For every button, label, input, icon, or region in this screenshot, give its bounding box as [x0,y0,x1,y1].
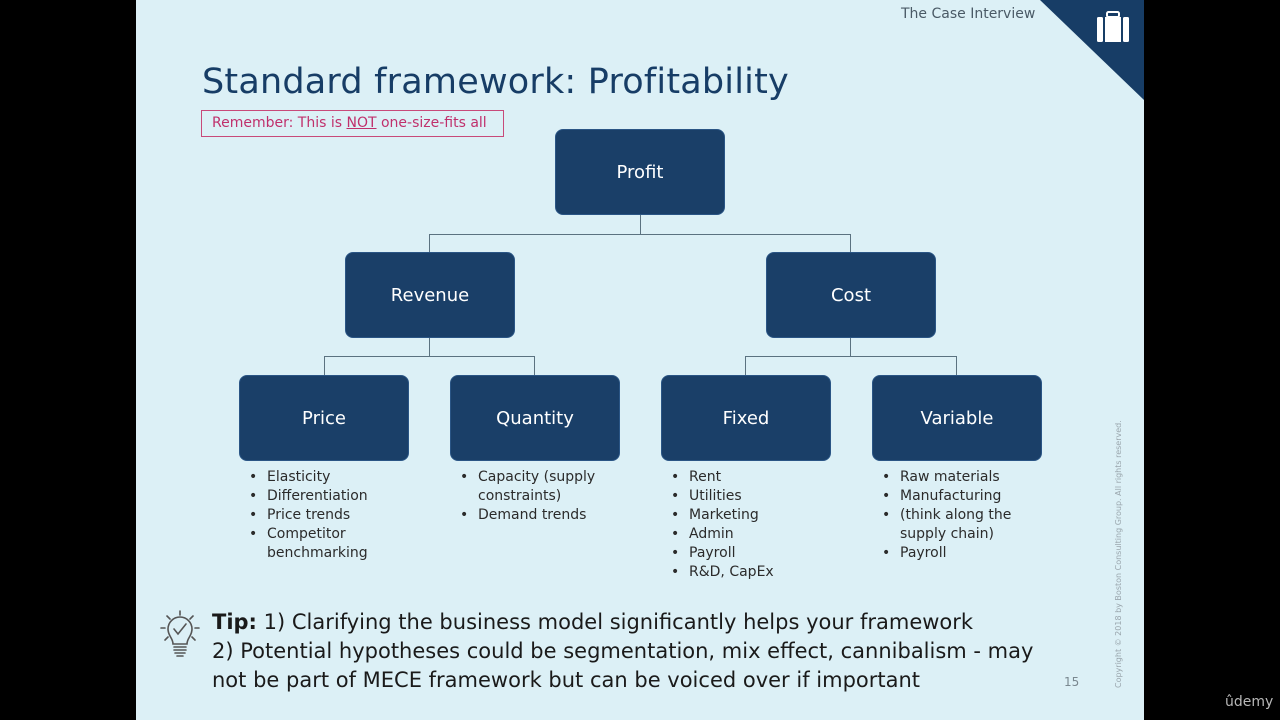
list-item: Marketing [671,506,839,525]
list-item: Admin [671,525,839,544]
reminder-emphasis: NOT [346,115,377,131]
connector [429,234,430,252]
quantity-bullets: Capacity (supply constraints) Demand tre… [450,468,628,525]
slide: The Case Interview Standard framework: P… [136,0,1144,720]
list-item: Manufacturing [882,487,1050,506]
list-item: Elasticity [249,468,417,487]
connector [324,356,535,357]
connector [640,215,641,235]
node-price: Price [239,375,409,461]
reminder-suffix: one-size-fits all [376,115,487,131]
connector [429,234,851,235]
price-bullets: Elasticity Differentiation Price trends … [239,468,417,563]
page-number: 15 [1064,675,1080,689]
list-item: (think along the supply chain) [882,506,1025,544]
node-fixed: Fixed [661,375,831,461]
node-variable: Variable [872,375,1042,461]
list-item: Price trends [249,506,417,525]
reminder-note: Remember: This is NOT one-size-fits all [201,110,504,137]
node-revenue: Revenue [345,252,515,338]
connector [429,338,430,357]
connector [324,356,325,375]
list-item: Rent [671,468,839,487]
list-item: Raw materials [882,468,1050,487]
tip-line-2: 2) Potential hypotheses could be segment… [212,639,1034,692]
connector [850,234,851,252]
list-item: Differentiation [249,487,417,506]
page-title: Standard framework: Profitability [202,62,789,102]
list-item: Capacity (supply constraints) [460,468,603,506]
connector [745,356,746,375]
connector [534,356,535,375]
udemy-watermark: ûdemy [1225,694,1274,710]
list-item: Competitor benchmarking [249,525,377,563]
lightbulb-icon [160,610,200,657]
list-item: Demand trends [460,506,628,525]
tip-text: Tip: 1) Clarifying the business model si… [212,608,1072,695]
reminder-prefix: Remember: This is [212,115,347,131]
list-item: Payroll [671,544,839,563]
connector [956,356,957,375]
list-item: Payroll [882,544,1050,563]
connector [745,356,956,357]
list-item: Utilities [671,487,839,506]
list-item: R&D, CapEx [671,563,839,582]
node-quantity: Quantity [450,375,620,461]
fixed-bullets: Rent Utilities Marketing Admin Payroll R… [661,468,839,582]
node-cost: Cost [766,252,936,338]
tip-label: Tip: [212,610,257,634]
connector [850,338,851,357]
header-label: The Case Interview [901,6,1036,22]
copyright-notice: Copyright © 2018 by Boston Consulting Gr… [1114,420,1123,688]
node-profit: Profit [555,129,725,215]
tip-line-1: 1) Clarifying the business model signifi… [256,610,974,634]
variable-bullets: Raw materials Manufacturing (think along… [872,468,1050,563]
briefcase-icon [1097,11,1129,42]
